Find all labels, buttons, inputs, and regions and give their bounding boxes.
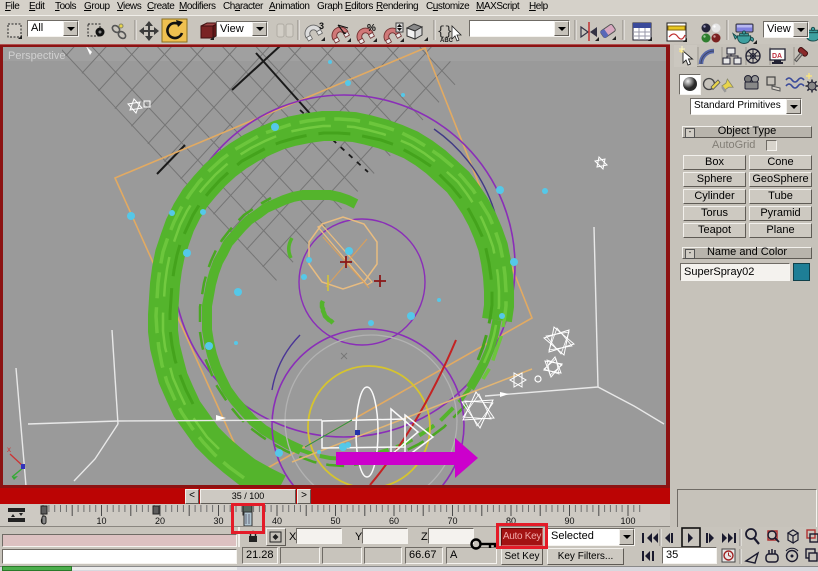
svg-text:50: 50 <box>330 516 340 526</box>
svg-text:100: 100 <box>620 516 635 526</box>
svg-text:20: 20 <box>155 516 165 526</box>
svg-text:40: 40 <box>272 516 282 526</box>
svg-text:60: 60 <box>389 516 399 526</box>
svg-text:70: 70 <box>447 516 457 526</box>
svg-text:{}: {} <box>437 24 453 39</box>
svg-text:x: x <box>7 445 11 454</box>
svg-text:%: % <box>367 23 376 34</box>
svg-text:30: 30 <box>213 516 223 526</box>
svg-text:DA: DA <box>772 53 782 60</box>
svg-text:90: 90 <box>564 516 574 526</box>
svg-text:10: 10 <box>96 516 106 526</box>
svg-text:3: 3 <box>319 21 324 31</box>
svg-text:Perspective: Perspective <box>8 50 65 62</box>
